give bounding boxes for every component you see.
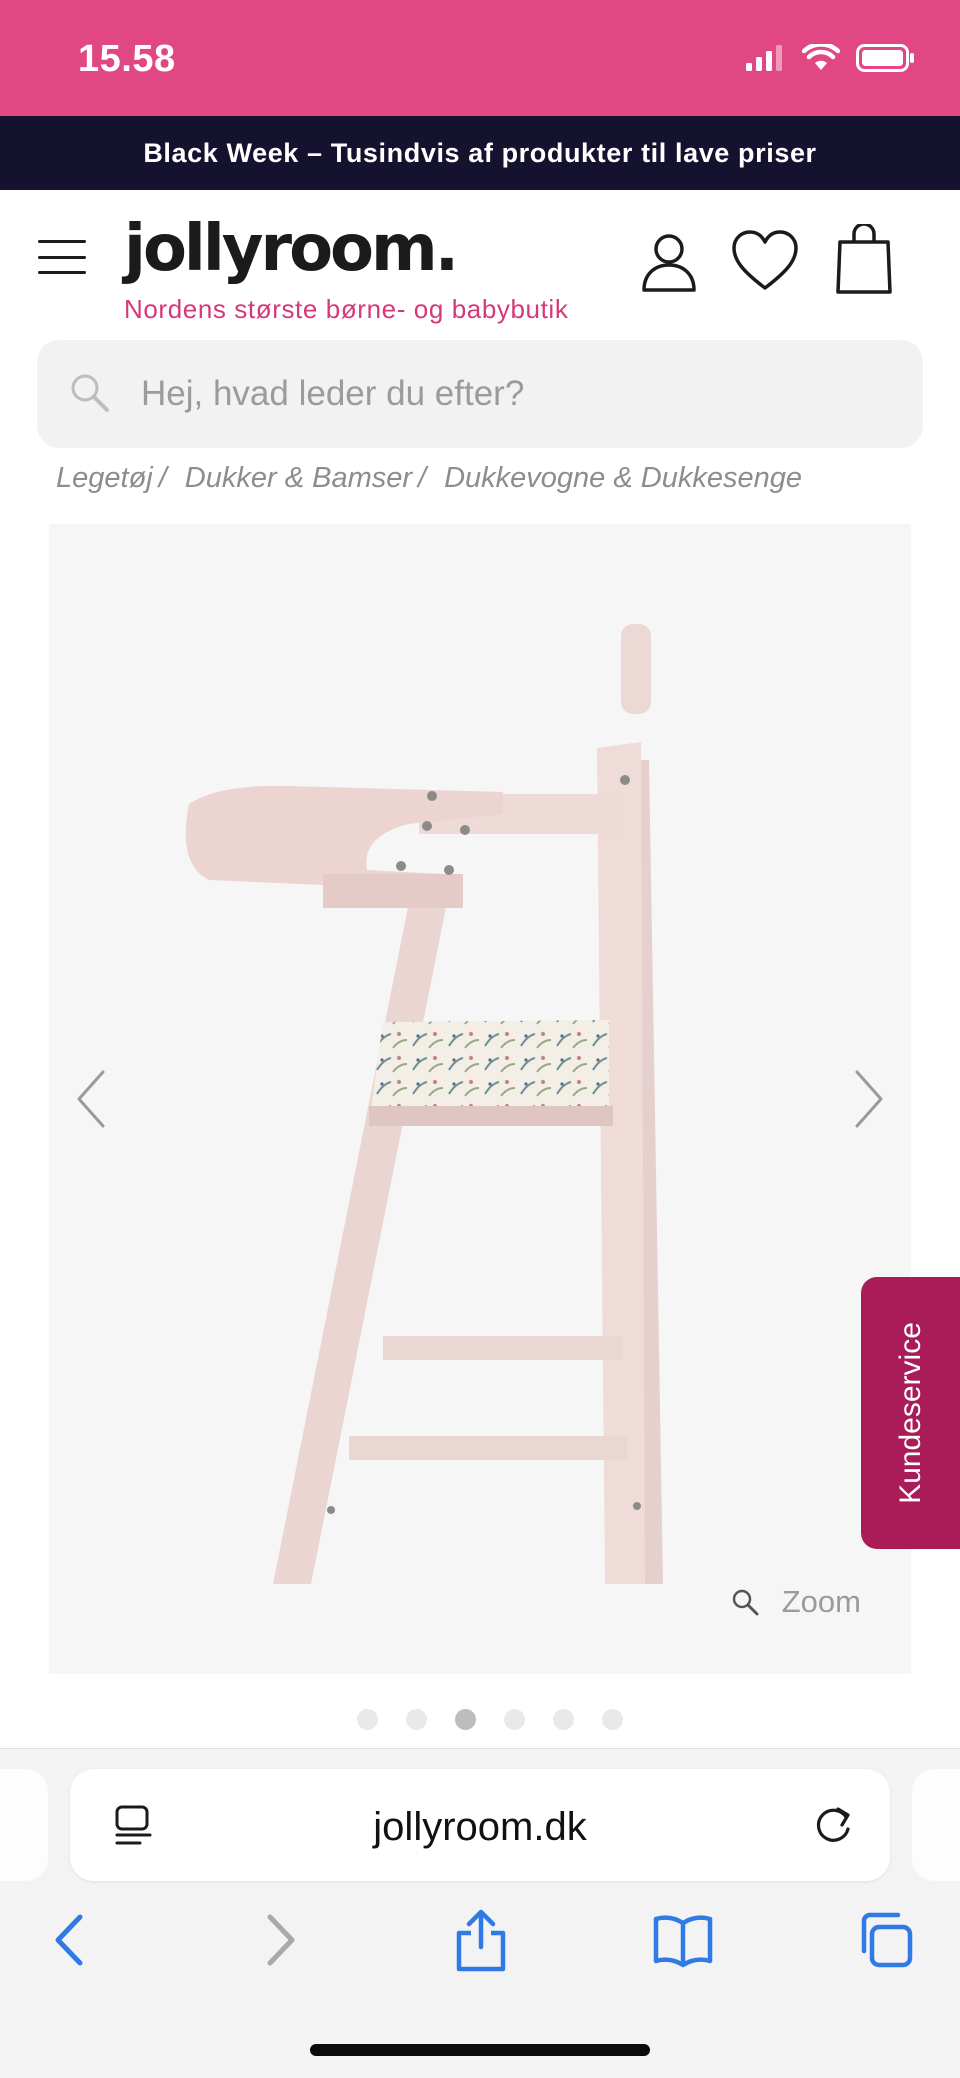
customer-service-label: Kundeservice <box>894 1322 927 1504</box>
tagline: Nordens største børne- og babybutik <box>124 294 569 324</box>
account-icon[interactable] <box>636 228 702 294</box>
home-indicator[interactable] <box>310 2044 650 2056</box>
carousel-dots <box>357 1709 623 1730</box>
wifi-icon <box>802 44 840 70</box>
battery-icon <box>856 44 914 72</box>
bookmarks-icon[interactable] <box>652 1911 714 1969</box>
breadcrumb-item-dukker-bamser[interactable]: Dukker & Bamser <box>185 462 412 495</box>
breadcrumb: Legetøj / Dukker & Bamser / Dukkevogne &… <box>56 462 802 495</box>
url-text: jollyroom.dk <box>373 1805 587 1849</box>
zoom-icon <box>732 1589 759 1616</box>
forward-icon[interactable] <box>250 1911 308 1969</box>
breadcrumb-item-legetoj[interactable]: Legetøj <box>56 462 153 495</box>
customer-service-tab[interactable]: Kundeservice <box>861 1277 960 1549</box>
search-input[interactable] <box>141 360 881 428</box>
carousel-dot[interactable] <box>553 1709 574 1730</box>
site-header: jollyroom. Nordens største børne- og bab… <box>0 190 960 340</box>
search-bar[interactable] <box>37 340 923 448</box>
next-tab-peek[interactable] <box>912 1769 960 1881</box>
carousel-dot[interactable] <box>504 1709 525 1730</box>
zoom-button[interactable]: Zoom <box>730 1584 861 1620</box>
reload-icon[interactable] <box>810 1801 856 1847</box>
breadcrumb-separator: / <box>158 462 167 494</box>
menu-icon[interactable] <box>38 240 86 274</box>
logo[interactable]: jollyroom. <box>124 212 459 286</box>
browser-toolbar: jollyroom.dk <box>0 1748 960 2078</box>
carousel-dot[interactable] <box>406 1709 427 1730</box>
bag-icon[interactable] <box>834 224 894 296</box>
share-icon[interactable] <box>452 1907 510 1973</box>
product-gallery[interactable]: Zoom <box>49 524 911 1674</box>
product-image-high-chair[interactable] <box>49 524 911 1674</box>
breadcrumb-separator: / <box>418 462 427 494</box>
previous-image-arrow[interactable] <box>67 1064 117 1134</box>
carousel-dot[interactable] <box>602 1709 623 1730</box>
search-icon <box>71 374 109 412</box>
status-bar: 15.58 <box>0 0 960 116</box>
heart-icon[interactable] <box>730 228 800 294</box>
signal-icon <box>746 45 782 71</box>
status-time: 15.58 <box>78 38 176 80</box>
previous-tab-peek[interactable] <box>0 1769 48 1881</box>
promo-banner[interactable]: Black Week – Tusindvis af produkter til … <box>0 116 960 190</box>
carousel-dot-active[interactable] <box>455 1709 476 1730</box>
back-icon[interactable] <box>42 1911 100 1969</box>
tabs-icon[interactable] <box>856 1911 914 1969</box>
next-image-arrow[interactable] <box>843 1064 893 1134</box>
breadcrumb-item-dukkevogne[interactable]: Dukkevogne & Dukkesenge <box>444 462 802 495</box>
carousel-dot[interactable] <box>357 1709 378 1730</box>
status-icons <box>746 44 916 72</box>
address-bar[interactable]: jollyroom.dk <box>70 1769 890 1881</box>
zoom-label: Zoom <box>781 1584 861 1619</box>
